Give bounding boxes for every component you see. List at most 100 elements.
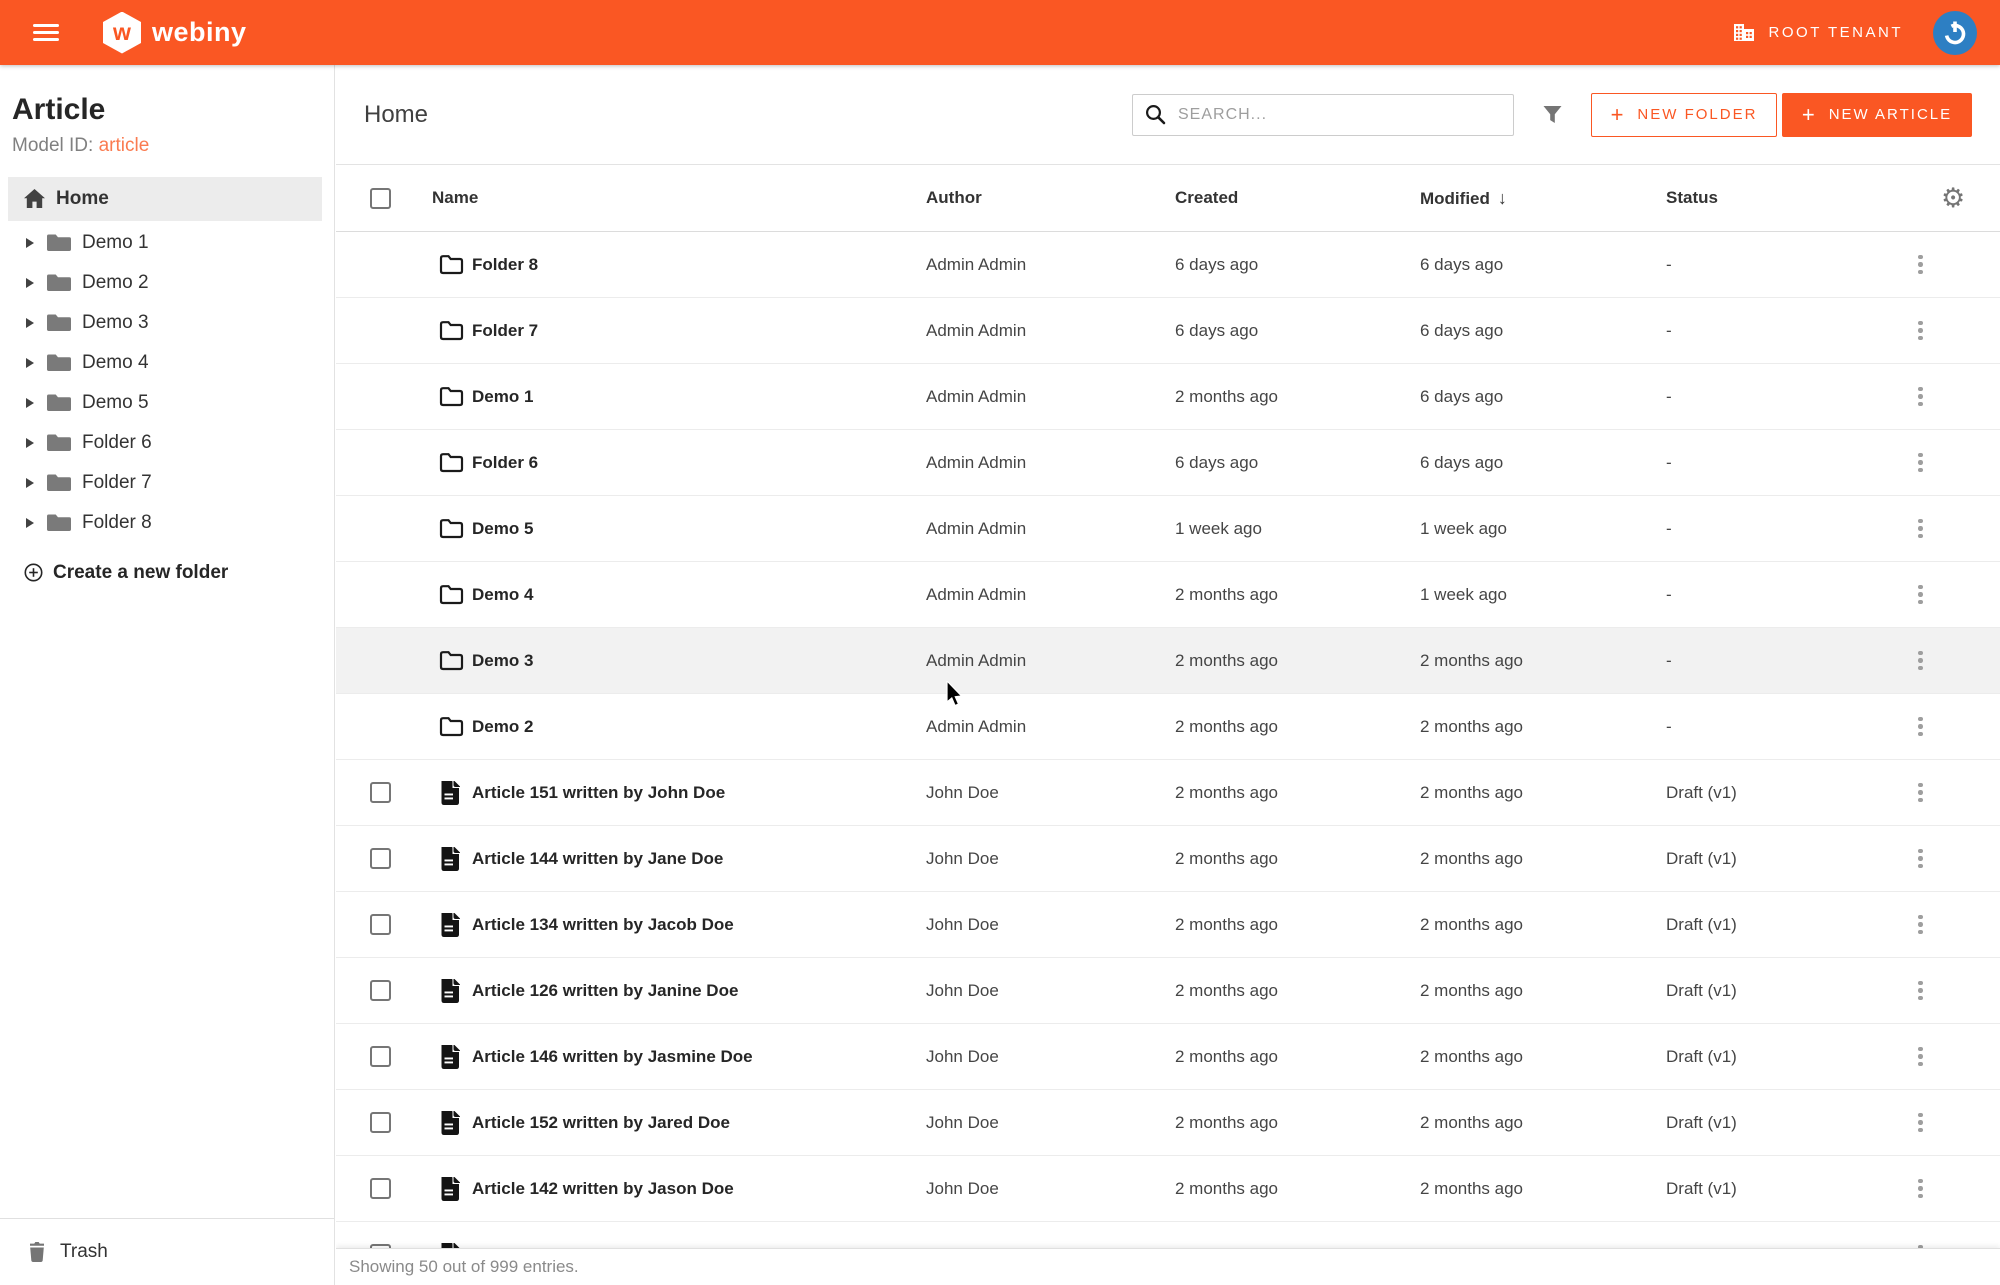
chevron-right-icon[interactable]: [26, 238, 34, 248]
filter-icon[interactable]: [1542, 105, 1563, 125]
folder-icon: [46, 393, 72, 412]
sidebar-folder-item[interactable]: Demo 5: [0, 383, 334, 423]
row-checkbox[interactable]: [370, 848, 391, 869]
chevron-right-icon[interactable]: [26, 478, 34, 488]
row-menu-icon[interactable]: [1901, 319, 1923, 342]
chevron-right-icon[interactable]: [26, 278, 34, 288]
column-header-modified[interactable]: Modified↓: [1420, 188, 1666, 209]
chevron-right-icon[interactable]: [26, 518, 34, 528]
row-menu-icon[interactable]: [1901, 781, 1923, 804]
row-menu-icon[interactable]: [1901, 715, 1923, 738]
table-row[interactable]: Article 152 written by Jared DoeJohn Doe…: [336, 1090, 2000, 1156]
row-checkbox[interactable]: [370, 782, 391, 803]
row-name-link[interactable]: Demo 4: [472, 585, 926, 605]
column-header-created[interactable]: Created: [1175, 188, 1420, 208]
row-status: Draft (v1): [1666, 1179, 1901, 1199]
column-header-author: Author: [926, 188, 1175, 208]
table-row[interactable]: Demo 3Admin Admin2 months ago2 months ag…: [336, 628, 2000, 694]
folder-icon: [46, 233, 72, 252]
row-menu-icon[interactable]: [1901, 1111, 1923, 1134]
row-menu-icon[interactable]: [1901, 253, 1923, 276]
table-row[interactable]: Folder 6Admin Admin6 days ago6 days ago-: [336, 430, 2000, 496]
row-menu-icon[interactable]: [1901, 1177, 1923, 1200]
table-row[interactable]: Article 151 written by John DoeJohn Doe2…: [336, 760, 2000, 826]
row-name-link[interactable]: Article 152 written by Jared Doe: [472, 1113, 926, 1133]
create-folder-button[interactable]: Create a new folder: [0, 551, 334, 595]
table-row[interactable]: Article 126 written by Janine DoeJohn Do…: [336, 958, 2000, 1024]
trash-button[interactable]: Trash: [0, 1218, 334, 1285]
menu-icon[interactable]: [33, 20, 59, 45]
row-name-link[interactable]: Demo 2: [472, 717, 926, 737]
chevron-right-icon[interactable]: [26, 398, 34, 408]
table-row[interactable]: Demo 2Admin Admin2 months ago2 months ag…: [336, 694, 2000, 760]
row-menu-icon[interactable]: [1901, 451, 1923, 474]
row-name-link[interactable]: Article 126 written by Janine Doe: [472, 981, 926, 1001]
folder-icon: [46, 273, 72, 292]
row-checkbox[interactable]: [370, 1178, 391, 1199]
table-settings-gear-icon[interactable]: ⚙: [1901, 183, 1965, 213]
table-row[interactable]: Demo 4Admin Admin2 months ago1 week ago-: [336, 562, 2000, 628]
column-header-name[interactable]: Name: [432, 188, 926, 208]
select-all-checkbox[interactable]: [370, 188, 391, 209]
new-folder-button[interactable]: + NEW FOLDER: [1591, 93, 1777, 137]
row-menu-icon[interactable]: [1901, 385, 1923, 408]
chevron-right-icon[interactable]: [26, 438, 34, 448]
folder-icon: [439, 254, 472, 275]
row-name-link[interactable]: Article 151 written by John Doe: [472, 783, 926, 803]
document-icon: [439, 1177, 472, 1201]
table-row[interactable]: Folder 7Admin Admin6 days ago6 days ago-: [336, 298, 2000, 364]
table-row[interactable]: Article 142 written by Jason DoeJohn Doe…: [336, 1156, 2000, 1222]
row-name-link[interactable]: Article 144 written by Jane Doe: [472, 849, 926, 869]
row-checkbox[interactable]: [370, 1112, 391, 1133]
folder-icon: [439, 452, 472, 473]
row-created: 6 days ago: [1175, 321, 1420, 341]
sidebar-folder-item[interactable]: Folder 8: [0, 503, 334, 543]
chevron-right-icon[interactable]: [26, 318, 34, 328]
chevron-right-icon[interactable]: [26, 358, 34, 368]
row-name-link[interactable]: Article 142 written by Jason Doe: [472, 1179, 926, 1199]
row-name-link[interactable]: Demo 5: [472, 519, 926, 539]
sidebar-folder-item[interactable]: Demo 1: [0, 223, 334, 263]
row-menu-icon[interactable]: [1901, 913, 1923, 936]
new-article-button[interactable]: + NEW ARTICLE: [1782, 93, 1972, 137]
row-created: 2 months ago: [1175, 1179, 1420, 1199]
table-row[interactable]: Article 134 written by Jacob DoeJohn Doe…: [336, 892, 2000, 958]
row-name-link[interactable]: Folder 6: [472, 453, 926, 473]
row-status: Draft (v1): [1666, 783, 1901, 803]
table-row[interactable]: Folder 8Admin Admin6 days ago6 days ago-: [336, 232, 2000, 298]
user-avatar[interactable]: [1933, 11, 1977, 55]
sidebar-folder-item[interactable]: Demo 4: [0, 343, 334, 383]
row-created: 6 days ago: [1175, 453, 1420, 473]
tenant-selector[interactable]: ROOT TENANT: [1733, 23, 1903, 42]
tenant-label: ROOT TENANT: [1769, 24, 1903, 41]
table-row[interactable]: Demo 5Admin Admin1 week ago1 week ago-: [336, 496, 2000, 562]
sidebar-folder-item[interactable]: Folder 6: [0, 423, 334, 463]
row-checkbox[interactable]: [370, 914, 391, 935]
sidebar-folder-item[interactable]: Demo 3: [0, 303, 334, 343]
row-author: John Doe: [926, 1113, 1175, 1133]
row-menu-icon[interactable]: [1901, 979, 1923, 1002]
table-row[interactable]: Article 146 written by Jasmine DoeJohn D…: [336, 1024, 2000, 1090]
row-menu-icon[interactable]: [1901, 649, 1923, 672]
row-name-link[interactable]: Demo 1: [472, 387, 926, 407]
row-menu-icon[interactable]: [1901, 847, 1923, 870]
row-name-link[interactable]: Folder 7: [472, 321, 926, 341]
row-menu-icon[interactable]: [1901, 1045, 1923, 1068]
row-menu-icon[interactable]: [1901, 583, 1923, 606]
row-name-link[interactable]: Article 146 written by Jasmine Doe: [472, 1047, 926, 1067]
row-author: John Doe: [926, 1047, 1175, 1067]
row-created: 2 months ago: [1175, 585, 1420, 605]
sidebar-folder-item[interactable]: Demo 2: [0, 263, 334, 303]
table-row[interactable]: Article 144 written by Jane DoeJohn Doe2…: [336, 826, 2000, 892]
row-name-link[interactable]: Article 134 written by Jacob Doe: [472, 915, 926, 935]
folder-icon: [439, 386, 472, 407]
row-checkbox[interactable]: [370, 980, 391, 1001]
row-name-link[interactable]: Demo 3: [472, 651, 926, 671]
row-checkbox[interactable]: [370, 1046, 391, 1067]
search-input[interactable]: [1178, 106, 1501, 124]
table-row[interactable]: Demo 1Admin Admin2 months ago6 days ago-: [336, 364, 2000, 430]
sidebar-folder-item[interactable]: Folder 7: [0, 463, 334, 503]
row-menu-icon[interactable]: [1901, 517, 1923, 540]
row-name-link[interactable]: Folder 8: [472, 255, 926, 275]
sidebar-item-home[interactable]: Home: [8, 177, 322, 221]
